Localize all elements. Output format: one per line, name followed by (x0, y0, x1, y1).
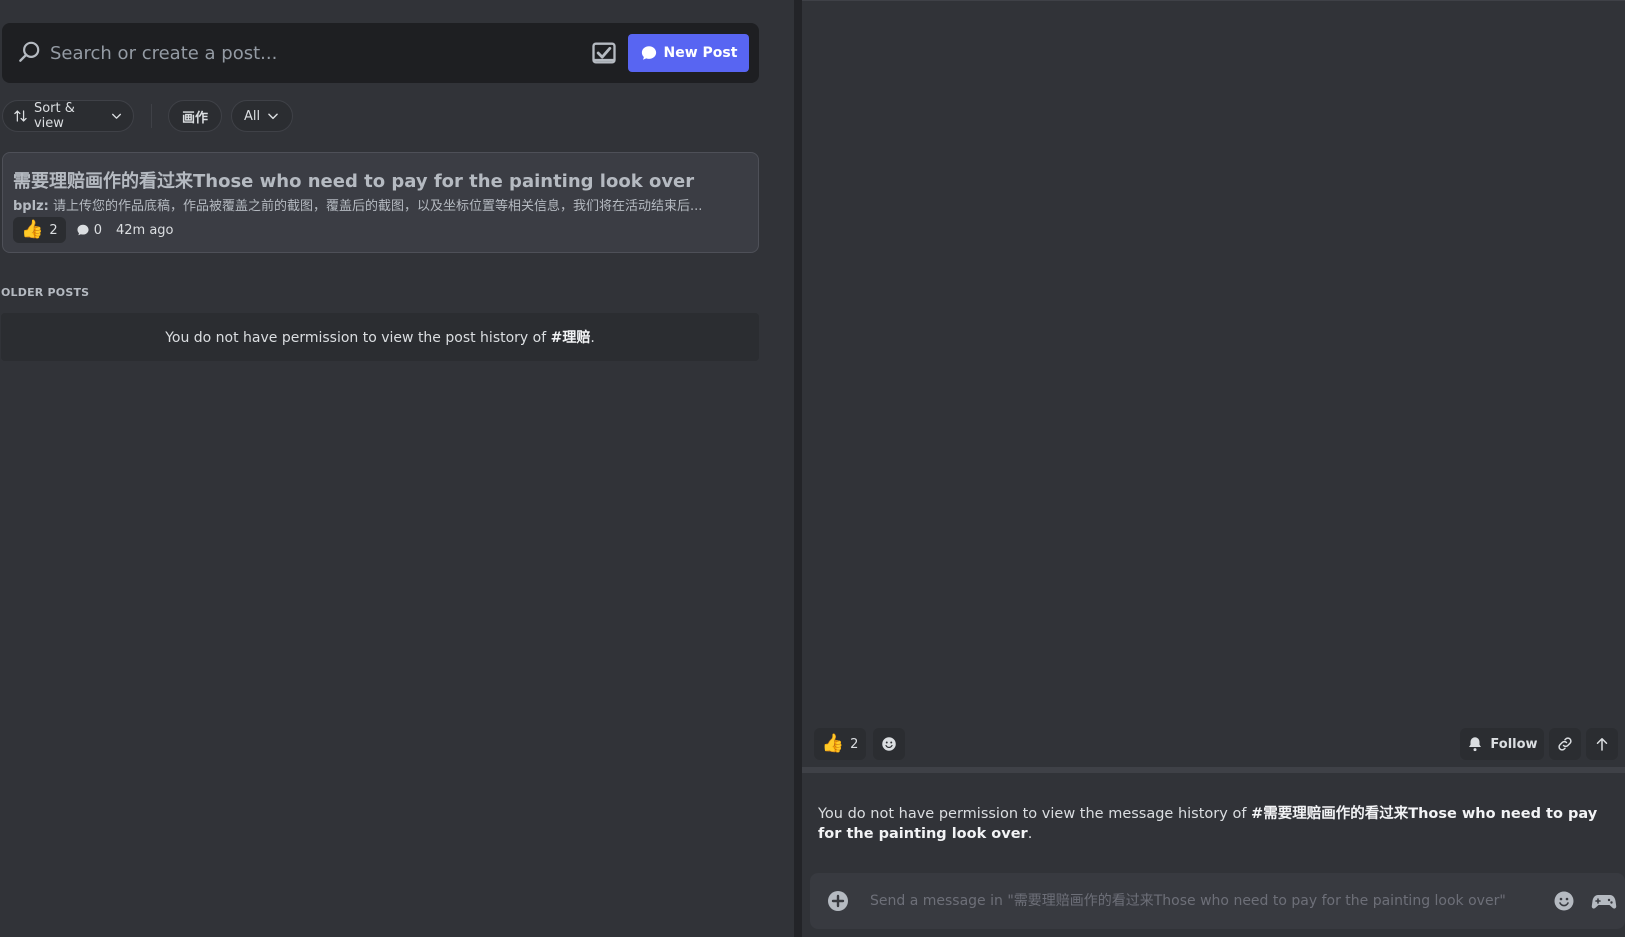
add-reaction-icon (882, 737, 896, 751)
arrow-up-icon (1596, 738, 1608, 751)
older-notice-prefix: You do not have permission to view the p… (165, 330, 551, 346)
copy-link-button[interactable] (1549, 728, 1581, 760)
post-reaction-count: 2 (49, 222, 58, 238)
tag-filter-pill[interactable]: 画作 (168, 100, 222, 132)
follow-label: Follow (1490, 736, 1538, 752)
thread-notice-prefix: You do not have permission to view the m… (818, 806, 1252, 822)
search-icon (19, 41, 40, 62)
forum-pane: New Post Sort & view 画作 All 需要理赔画作的看过来Th… (0, 0, 794, 937)
thumbs-up-emoji: 👍 (821, 733, 845, 754)
older-notice-suffix: . (590, 330, 595, 346)
pane-resize-handle[interactable] (794, 0, 802, 937)
thread-permission-notice: You do not have permission to view the m… (818, 804, 1608, 844)
thread-section-divider (802, 767, 1625, 773)
chat-bubble-icon (641, 46, 656, 60)
thread-notice-suffix: . (1027, 826, 1033, 842)
link-icon (1558, 737, 1572, 751)
thread-action-bar: 👍 2 Follow (814, 728, 1624, 760)
follow-button[interactable]: Follow (1460, 728, 1544, 760)
sort-arrows-icon (14, 110, 27, 122)
post-author: bplz: (13, 199, 49, 214)
checklist-icon[interactable] (590, 39, 618, 67)
thread-reaction-count: 2 (850, 736, 859, 752)
post-preview: bplz: 请上传您的作品底稿，作品被覆盖之前的截图，覆盖后的截图，以及坐标位置… (13, 195, 753, 214)
sort-view-dropdown[interactable]: Sort & view (2, 100, 134, 132)
post-preview-text: 请上传您的作品底稿，作品被覆盖之前的截图，覆盖后的截图，以及坐标位置等相关信息，… (48, 199, 703, 214)
forum-filter-row: Sort & view 画作 All (0, 100, 760, 134)
older-posts-permission-notice: You do not have permission to view the p… (1, 313, 759, 361)
plus-circle-icon[interactable] (826, 889, 850, 913)
all-tags-dropdown[interactable]: All (231, 100, 293, 132)
older-notice-channel: #理赔 (550, 330, 591, 346)
filter-divider (151, 104, 152, 128)
forum-search-bar: New Post (2, 23, 759, 83)
new-post-button[interactable]: New Post (628, 34, 749, 72)
bell-icon (1469, 737, 1482, 752)
post-timestamp: 42m ago (115, 222, 174, 238)
post-meta: 👍 2 0 42m ago (13, 217, 174, 243)
thread-pane: 👍 2 Follow You do not have permission to… (802, 0, 1625, 937)
search-input[interactable] (50, 39, 570, 67)
scroll-to-top-button[interactable] (1586, 728, 1618, 760)
post-comment-number: 0 (93, 222, 102, 238)
comment-icon (77, 224, 89, 236)
add-reaction-button[interactable] (873, 728, 905, 760)
chevron-down-icon (111, 113, 121, 119)
thread-top-divider (802, 0, 1625, 1)
older-posts-heading: OLDER POSTS (1, 286, 90, 299)
post-comment-count: 0 (76, 223, 102, 238)
message-input[interactable] (870, 889, 1530, 913)
post-title: 需要理赔画作的看过来Those who need to pay for the … (13, 171, 695, 192)
thread-reaction-chip[interactable]: 👍 2 (814, 728, 866, 760)
tag-filter-label: 画作 (181, 110, 208, 126)
post-reaction-chip[interactable]: 👍 2 (13, 217, 66, 243)
message-composer (810, 873, 1625, 929)
chevron-down-icon (268, 113, 278, 120)
thumbs-up-emoji: 👍 (21, 219, 44, 240)
sort-view-label: Sort & view (33, 101, 75, 131)
all-tags-label: All (243, 108, 261, 124)
forum-post-card[interactable]: 需要理赔画作的看过来Those who need to pay for the … (2, 152, 759, 253)
emoji-icon[interactable] (1552, 889, 1576, 913)
new-post-label: New Post (663, 45, 738, 61)
gamepad-icon[interactable] (1591, 889, 1617, 913)
